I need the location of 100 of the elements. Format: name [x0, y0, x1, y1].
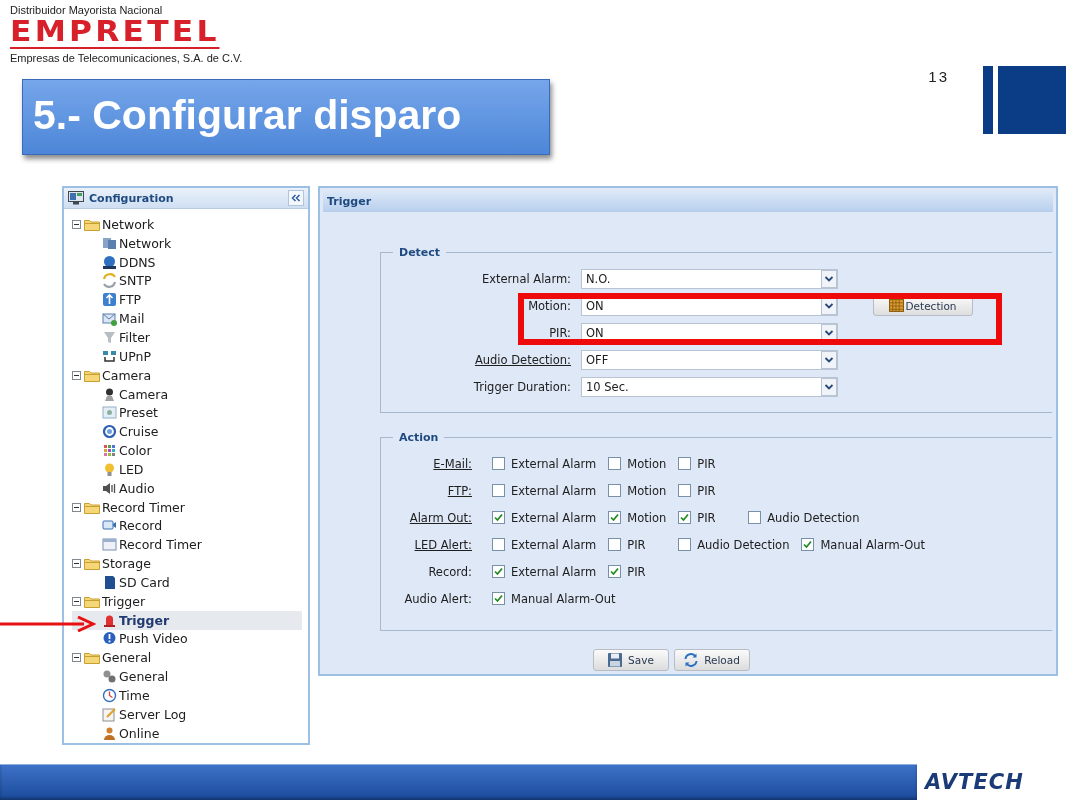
- refresh-icon: [683, 652, 700, 668]
- accent-block: [998, 66, 1066, 134]
- field-link[interactable]: E-Mail:: [381, 456, 492, 471]
- checkbox[interactable]: [608, 484, 622, 497]
- checkbox-label: Audio Detection: [767, 510, 860, 525]
- tree-item[interactable]: Time: [72, 686, 302, 705]
- card-icon: [102, 574, 117, 590]
- tree-item[interactable]: Preset: [72, 403, 302, 423]
- checkbox-label: Manual Alarm-Out: [820, 537, 926, 552]
- tagline: Distribuidor Mayorista Nacional: [10, 4, 164, 16]
- tree-item[interactable]: Push Video: [72, 629, 302, 649]
- panel-title: Trigger: [327, 194, 372, 208]
- person-icon: [102, 725, 117, 741]
- tree-item[interactable]: General: [72, 667, 302, 687]
- tree-item[interactable]: Color: [72, 441, 302, 460]
- double-chevron-icon: [291, 194, 301, 202]
- tree-item[interactable]: UPnP: [72, 346, 302, 366]
- brand-logo: AVTECH: [925, 770, 1024, 794]
- tree-item[interactable]: Audio: [72, 478, 302, 498]
- tree-item[interactable]: DDNS: [72, 252, 302, 272]
- collapse-button[interactable]: [288, 190, 304, 206]
- grid-icon: [889, 299, 905, 312]
- bulb-icon: [102, 461, 117, 477]
- checkbox-label: PIR: [627, 537, 646, 552]
- checkbox-label: External Alarm: [511, 510, 597, 525]
- checkbox-label: Motion: [627, 483, 667, 498]
- dropdown[interactable]: OFF: [581, 349, 838, 370]
- checkbox-label: External Alarm: [511, 483, 597, 498]
- checkbox[interactable]: [678, 457, 692, 470]
- tree-item[interactable]: Record Timer: [72, 535, 302, 555]
- folder-icon: [84, 557, 100, 571]
- checkbox[interactable]: [801, 538, 815, 551]
- field-label: PIR:: [548, 325, 572, 340]
- collapse-toggle-icon[interactable]: [72, 596, 81, 606]
- company-logo: EMPRETEL: [10, 16, 220, 49]
- notepad-icon: [102, 706, 117, 722]
- speaker-icon: [102, 480, 117, 496]
- tree-folder[interactable]: Network: [72, 215, 308, 234]
- tree-folder[interactable]: Record Timer: [72, 497, 308, 517]
- funnel-icon: [102, 330, 117, 345]
- checkbox-label: PIR: [627, 564, 646, 579]
- checkbox-label: Motion: [627, 510, 667, 525]
- dropdown[interactable]: N.O.: [581, 268, 838, 289]
- checkbox[interactable]: [492, 457, 505, 470]
- reload-button[interactable]: Reload: [673, 649, 750, 671]
- field-link[interactable]: FTP:: [381, 483, 492, 498]
- tree-item[interactable]: Filter: [72, 328, 302, 347]
- tree-item[interactable]: Network: [72, 233, 302, 253]
- checkbox[interactable]: [492, 565, 505, 578]
- checkbox[interactable]: [492, 592, 505, 605]
- collapse-toggle-icon[interactable]: [72, 502, 81, 512]
- save-button[interactable]: Save: [592, 649, 669, 671]
- tree-folder[interactable]: Trigger: [72, 591, 308, 611]
- checkbox[interactable]: [492, 511, 505, 524]
- checkbox-label: PIR: [697, 483, 716, 498]
- checkbox[interactable]: [608, 538, 622, 551]
- tree-folder[interactable]: Storage: [72, 554, 308, 574]
- tree-item[interactable]: Server Log: [72, 704, 302, 724]
- checkbox-label: External Alarm: [511, 564, 597, 579]
- folder-icon: [84, 368, 100, 382]
- checkbox[interactable]: [748, 511, 762, 524]
- tree-item[interactable]: SNTP: [72, 271, 302, 291]
- collapse-toggle-icon[interactable]: [72, 653, 81, 663]
- exclamation-icon: [102, 631, 117, 647]
- tree-item[interactable]: LED: [72, 459, 302, 479]
- collapse-toggle-icon[interactable]: [72, 219, 81, 229]
- collapse-toggle-icon[interactable]: [72, 559, 81, 569]
- checkbox[interactable]: [492, 538, 505, 551]
- checkbox-label: PIR: [697, 456, 716, 471]
- checkbox-label: Audio Detection: [697, 537, 790, 552]
- checkbox[interactable]: [608, 565, 622, 578]
- tree-item[interactable]: Mail: [72, 309, 302, 329]
- checkbox[interactable]: [678, 538, 692, 551]
- tree-item[interactable]: Record: [72, 516, 302, 536]
- monitor-icon: [68, 191, 84, 205]
- collapse-toggle-icon[interactable]: [72, 370, 81, 380]
- checkbox[interactable]: [678, 511, 692, 524]
- tree-item[interactable]: SD Card: [72, 573, 302, 592]
- tree-item[interactable]: Camera: [72, 384, 302, 404]
- sync-icon: [102, 273, 117, 289]
- checkbox[interactable]: [678, 484, 692, 497]
- tree-item[interactable]: FTP: [72, 290, 302, 310]
- tree-folder[interactable]: Camera: [72, 365, 308, 385]
- tree-item[interactable]: Trigger: [72, 610, 302, 630]
- envelope-icon: [102, 311, 117, 327]
- field-label: External Alarm:: [480, 271, 572, 286]
- checkbox[interactable]: [608, 457, 622, 470]
- dropdown[interactable]: 10 Sec.: [581, 376, 838, 397]
- panel-title: Configuration: [89, 191, 174, 205]
- field-link[interactable]: Audio Detection:: [381, 352, 581, 367]
- webcam-icon: [102, 386, 117, 402]
- checkbox[interactable]: [608, 511, 622, 524]
- checkbox-label: PIR: [697, 510, 716, 525]
- tree-folder[interactable]: General: [72, 648, 308, 668]
- group-title: Action: [398, 431, 440, 444]
- checkbox[interactable]: [492, 484, 505, 497]
- field-link[interactable]: LED Alert:: [381, 537, 492, 552]
- tree-item[interactable]: Cruise: [72, 422, 302, 442]
- field-link[interactable]: Alarm Out:: [381, 510, 492, 525]
- tree-item[interactable]: Online: [72, 723, 302, 743]
